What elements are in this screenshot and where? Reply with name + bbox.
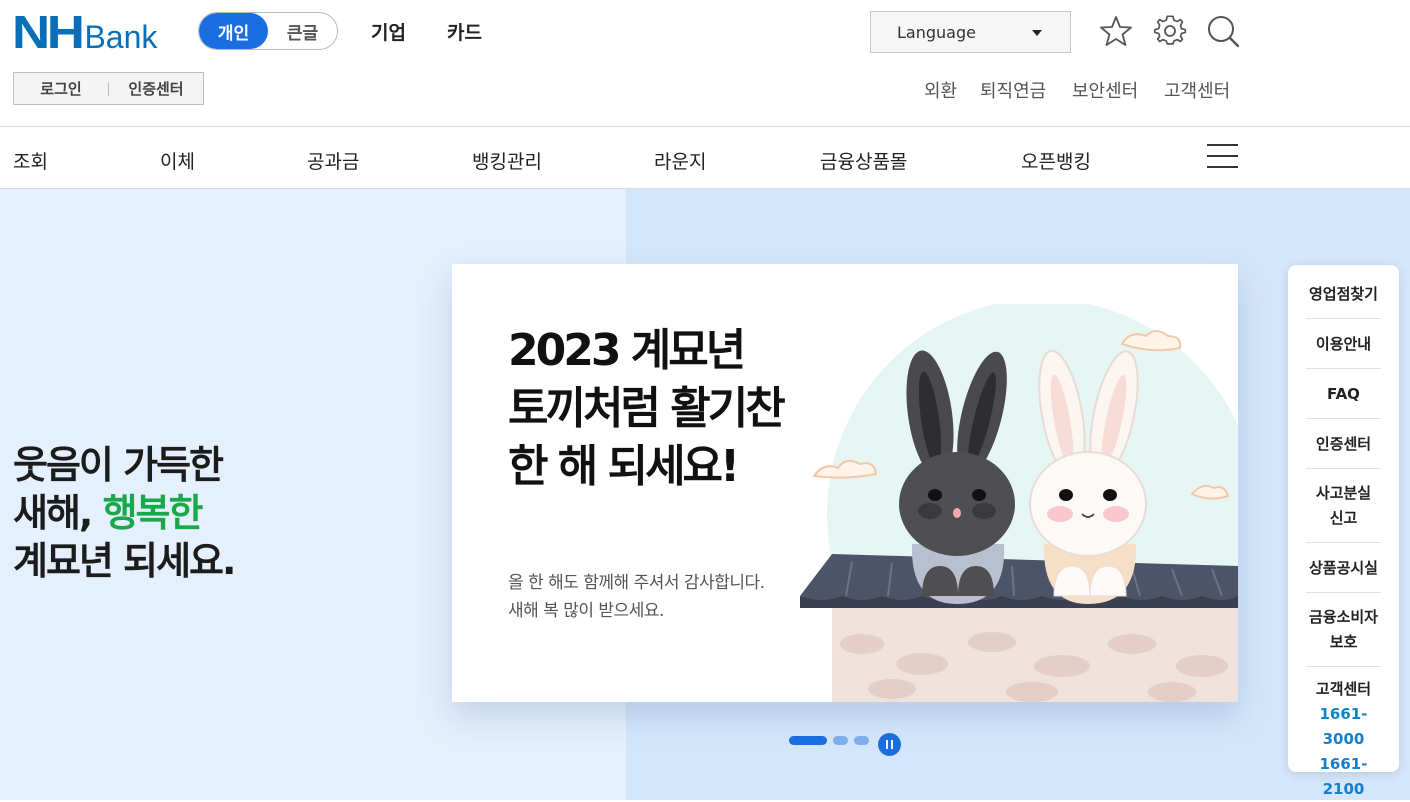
mode-personal-button[interactable]: 개인 xyxy=(199,13,268,49)
gnb-item-open-banking[interactable]: 오픈뱅킹 xyxy=(1021,147,1091,174)
quick-usage-guide[interactable]: 이용안내 xyxy=(1306,319,1381,369)
quick-cert-center[interactable]: 인증센터 xyxy=(1306,419,1381,469)
gnb-item-inquiry[interactable]: 조회 xyxy=(13,147,48,174)
logo-nh-text: NH xyxy=(12,6,85,58)
hero-greeting: 웃음이 가득한 새해, 행복한 계묘년 되세요. xyxy=(13,441,236,585)
util-link-pension[interactable]: 퇴직연금 xyxy=(980,77,1046,103)
search-icon xyxy=(1208,16,1240,48)
banner-sub-line-1: 올 한 해도 함께해 주셔서 감사합니다. xyxy=(508,573,765,593)
gnb-item-transfer[interactable]: 이체 xyxy=(160,147,195,174)
top-link-card[interactable]: 카드 xyxy=(447,18,482,45)
pagination-dot-1[interactable] xyxy=(789,736,827,745)
banner-sub-line-2: 새해 복 많이 받으세요. xyxy=(508,601,664,621)
phone-number-2[interactable]: 1661-2100 xyxy=(1306,752,1381,802)
rabbits-illustration xyxy=(800,304,1238,702)
login-button[interactable]: 로그인 xyxy=(14,78,108,99)
quick-loss-report-line-1: 사고분실 xyxy=(1315,484,1372,502)
cloud-right xyxy=(1190,485,1230,500)
top-link-corporate[interactable]: 기업 xyxy=(371,18,406,45)
header: NH Bank 개인 큰글 기업 카드 Language 로그인 인증센터 외환… xyxy=(0,0,1410,126)
nh-bank-logo[interactable]: NH Bank xyxy=(12,6,158,59)
quick-customer-center[interactable]: 고객센터 1661-3000 1661-2100 xyxy=(1306,667,1381,802)
hero-line-2b: 행복한 xyxy=(102,491,204,535)
quick-consumer-line-1: 금융소비자 xyxy=(1308,608,1378,626)
main-navigation: 조회 이체 공과금 뱅킹관리 라운지 금융상품몰 오픈뱅킹 xyxy=(0,126,1410,189)
cloud-left xyxy=(812,459,878,479)
quick-faq[interactable]: FAQ xyxy=(1306,369,1381,419)
favorite-button[interactable] xyxy=(1099,14,1133,48)
language-select[interactable]: Language xyxy=(870,11,1071,53)
quick-product-notice[interactable]: 상품공시실 xyxy=(1306,543,1381,593)
util-link-security[interactable]: 보안센터 xyxy=(1072,77,1138,103)
hero-line-2a: 새해, xyxy=(13,491,93,535)
quick-branch-finder[interactable]: 영업점찾기 xyxy=(1306,269,1381,319)
banner-title: 2023 계묘년 토끼처럼 활기찬 한 해 되세요! xyxy=(508,322,786,496)
pagination-dot-3[interactable] xyxy=(854,736,869,745)
banner-title-line-3: 한 해 되세요! xyxy=(508,441,740,492)
pause-icon[interactable] xyxy=(878,733,901,756)
gnb-item-financial-mall[interactable]: 금융상품몰 xyxy=(820,147,907,174)
star-icon xyxy=(1100,16,1132,46)
menu-icon[interactable] xyxy=(1207,144,1238,172)
mode-large-text-button[interactable]: 큰글 xyxy=(268,13,337,49)
quick-consumer-protection[interactable]: 금융소비자 보호 xyxy=(1306,593,1381,667)
banner-title-line-1: 2023 계묘년 xyxy=(508,325,746,376)
auth-box: 로그인 인증센터 xyxy=(13,72,204,105)
cert-center-button[interactable]: 인증센터 xyxy=(109,78,203,99)
quick-loss-report[interactable]: 사고분실 신고 xyxy=(1306,469,1381,543)
settings-button[interactable] xyxy=(1153,14,1187,48)
util-link-customer[interactable]: 고객센터 xyxy=(1164,77,1230,103)
hero-line-1: 웃음이 가득한 xyxy=(13,443,224,487)
gnb-item-banking-management[interactable]: 뱅킹관리 xyxy=(472,147,542,174)
caret-down-icon xyxy=(1032,30,1042,36)
language-label: Language xyxy=(897,22,976,42)
gear-icon xyxy=(1154,15,1187,45)
phone-number-1[interactable]: 1661-3000 xyxy=(1306,702,1381,752)
quick-menu: 영업점찾기 이용안내 FAQ 인증센터 사고분실 신고 상품공시실 금융소비자 … xyxy=(1288,265,1399,798)
hero-line-2: 새해, 행복한 xyxy=(13,489,234,537)
logo-bank-text: Bank xyxy=(84,19,158,55)
quick-customer-label: 고객센터 xyxy=(1315,680,1372,698)
new-year-banner[interactable]: 2023 계묘년 토끼처럼 활기찬 한 해 되세요! 올 한 해도 함께해 주셔… xyxy=(452,264,1238,702)
quick-loss-report-line-2: 신고 xyxy=(1329,509,1358,527)
gnb-item-lounge[interactable]: 라운지 xyxy=(654,147,706,174)
search-button[interactable] xyxy=(1206,14,1240,48)
banner-title-line-2: 토끼처럼 활기찬 xyxy=(508,383,786,434)
quick-consumer-line-2: 보호 xyxy=(1329,633,1358,651)
banner-pagination xyxy=(789,736,875,745)
hero-line-3: 계묘년 되세요. xyxy=(13,539,236,583)
pagination-dot-2[interactable] xyxy=(833,736,848,745)
hero-section: 웃음이 가득한 새해, 행복한 계묘년 되세요. 2023 계묘년 토끼처럼 활… xyxy=(0,189,1410,800)
util-link-forex[interactable]: 외환 xyxy=(924,77,957,103)
gnb-item-utility-bills[interactable]: 공과금 xyxy=(307,147,359,174)
banner-subtitle: 올 한 해도 함께해 주셔서 감사합니다. 새해 복 많이 받으세요. xyxy=(508,569,765,625)
mode-toggle: 개인 큰글 xyxy=(198,12,338,50)
